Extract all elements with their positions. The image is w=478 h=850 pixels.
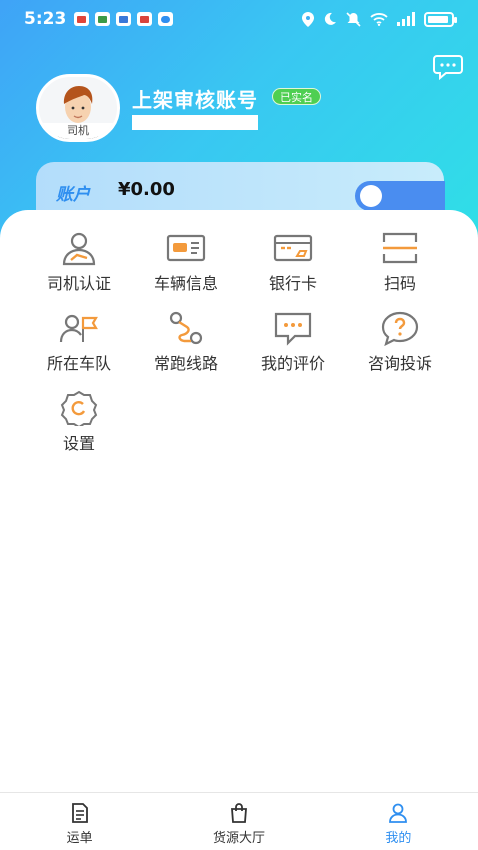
review-icon bbox=[274, 312, 312, 346]
app-notification-icon bbox=[74, 12, 90, 26]
menu-item-label: 银行卡 bbox=[268, 274, 317, 293]
help-icon bbox=[381, 311, 419, 346]
menu-item-label: 常跑线路 bbox=[153, 354, 218, 373]
menu-item-team[interactable]: 所在车队 bbox=[24, 310, 134, 382]
signal-icon bbox=[397, 12, 415, 26]
verified-badge: 已实名 bbox=[272, 88, 321, 105]
balance-toggle[interactable] bbox=[355, 181, 445, 211]
menu-item-routes[interactable]: 常跑线路 bbox=[131, 310, 241, 382]
tab-label: 货源大厅 bbox=[212, 831, 265, 846]
tab-label: 我的 bbox=[385, 831, 412, 846]
account-name: 上架审核账号 bbox=[132, 88, 258, 112]
menu-panel bbox=[0, 210, 478, 850]
menu-item-label: 所在车队 bbox=[46, 354, 111, 373]
app-notification-icon bbox=[116, 12, 132, 26]
driver-id-icon bbox=[62, 232, 96, 266]
tab-label: 运单 bbox=[66, 831, 93, 846]
bank-card-icon bbox=[273, 234, 313, 262]
location-icon bbox=[302, 11, 314, 27]
team-flag-icon bbox=[59, 314, 98, 343]
moon-icon bbox=[324, 12, 336, 25]
menu-item-label: 设置 bbox=[62, 434, 95, 453]
menu-item-label: 扫码 bbox=[383, 274, 416, 293]
bottom-tab-bar: 运单 货源大厅 我的 bbox=[0, 792, 478, 850]
menu-item-scan[interactable]: 扫码 bbox=[345, 230, 455, 302]
menu-item-settings[interactable]: 设置 bbox=[24, 390, 134, 462]
notification-icons bbox=[74, 12, 174, 26]
shield-icon bbox=[158, 12, 174, 26]
menu-item-label: 司机认证 bbox=[46, 274, 111, 293]
mute-bell-icon bbox=[346, 11, 361, 27]
toggle-knob bbox=[360, 185, 382, 207]
tab-mine[interactable]: 我的 bbox=[319, 793, 478, 850]
menu-item-bank-card[interactable]: 银行卡 bbox=[238, 230, 348, 302]
menu-item-consult[interactable]: 咨询投诉 bbox=[345, 310, 455, 382]
system-icons bbox=[302, 11, 457, 27]
message-icon[interactable] bbox=[433, 54, 463, 80]
account-label: 账户 bbox=[56, 185, 90, 205]
status-bar: 5:23 bbox=[0, 0, 478, 38]
waybill-icon bbox=[71, 803, 88, 823]
battery-icon bbox=[424, 11, 457, 27]
avatar[interactable]: 司机 bbox=[36, 74, 120, 142]
status-time: 5:23 bbox=[24, 9, 67, 29]
account-balance: ¥0.00 bbox=[118, 179, 175, 200]
shopping-bag-icon bbox=[231, 803, 247, 823]
app-notification-icon bbox=[137, 12, 153, 26]
route-icon bbox=[169, 311, 203, 345]
menu-item-driver-auth[interactable]: 司机认证 bbox=[24, 230, 134, 302]
menu-item-label: 我的评价 bbox=[260, 354, 325, 373]
masked-phone-number bbox=[132, 115, 258, 130]
vehicle-card-icon bbox=[166, 234, 206, 262]
tab-waybill[interactable]: 运单 bbox=[0, 793, 159, 850]
user-icon bbox=[389, 803, 408, 823]
menu-item-label: 咨询投诉 bbox=[367, 354, 432, 373]
tab-cargo-hall[interactable]: 货源大厅 bbox=[159, 793, 318, 850]
menu-item-label: 车辆信息 bbox=[153, 274, 218, 293]
role-tag: 司机 bbox=[39, 123, 117, 139]
settings-icon bbox=[60, 390, 98, 426]
scan-icon bbox=[382, 232, 418, 264]
wifi-icon bbox=[370, 13, 388, 26]
menu-item-reviews[interactable]: 我的评价 bbox=[238, 310, 348, 382]
app-notification-icon bbox=[95, 12, 111, 26]
menu-item-vehicle-info[interactable]: 车辆信息 bbox=[131, 230, 241, 302]
